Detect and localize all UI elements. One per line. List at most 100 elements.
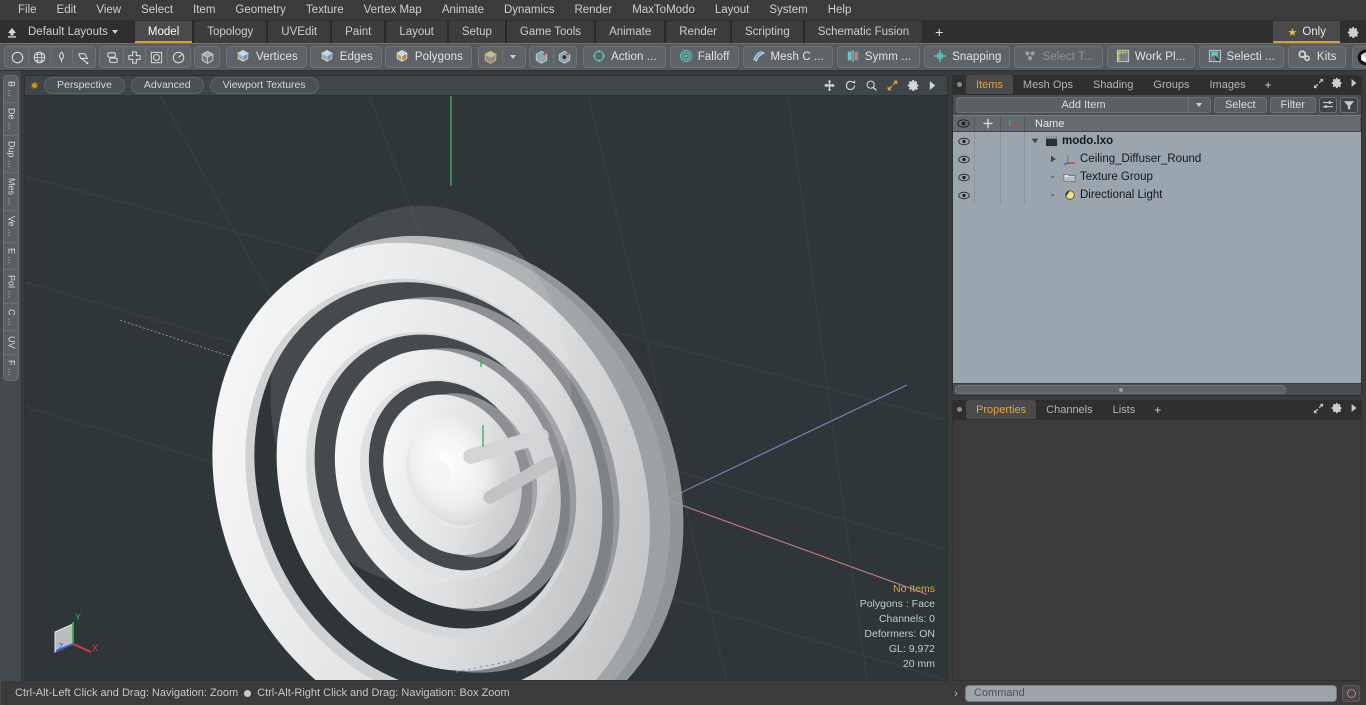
tree-lock-cell[interactable] [975,168,1001,186]
toolbox-tab-2[interactable]: Dup ... [3,134,18,173]
viewport-shading-advanced[interactable]: Advanced [130,77,204,94]
tree-lock-cell[interactable] [975,150,1001,168]
tree-item-name-cell[interactable]: Directional Light [1025,186,1361,204]
toolbox-tab-1[interactable]: De ... [3,102,18,135]
add-items-tab-button[interactable]: + [1256,75,1281,94]
falloff-button[interactable]: Falloff [669,46,739,68]
circle-tool-icon[interactable] [6,47,28,67]
maximize-properties-icon[interactable] [1313,403,1324,417]
viewport-textures[interactable]: Viewport Textures [209,77,319,94]
menu-help[interactable]: Help [818,0,862,21]
layout-tab-uvedit[interactable]: UVEdit [267,21,332,43]
layout-tab-schematic-fusion[interactable]: Schematic Fusion [803,21,924,43]
symmetry-button[interactable]: Symm ... [836,46,921,68]
add-layout-tab-button[interactable]: + [923,21,956,43]
layout-tab-setup[interactable]: Setup [447,21,506,43]
tree-lock-cell[interactable] [975,186,1001,204]
pen-tool-icon[interactable] [50,47,72,67]
pan-icon[interactable] [823,79,836,92]
tree-collapse-arrow-icon[interactable] [1029,137,1041,145]
layout-tab-render[interactable]: Render [665,21,731,43]
toolbox-tab-7[interactable]: C ... [3,302,18,331]
menu-geometry[interactable]: Geometry [225,0,296,21]
work-plane-button[interactable]: Work Pl... [1106,46,1195,68]
globe-tool-icon[interactable] [28,47,50,67]
toolbox-tab-3[interactable]: Mes ... [3,172,18,210]
menu-file[interactable]: File [8,0,47,21]
tree-item-name-cell[interactable]: Texture Group [1025,168,1361,186]
tab-lists[interactable]: Lists [1102,400,1146,419]
tree-item-row[interactable]: Directional Light [953,186,1361,204]
zoom-icon[interactable] [865,79,878,92]
home-icon[interactable] [0,21,24,43]
viewport-view-perspective[interactable]: Perspective [44,77,125,94]
tree-transform-cell[interactable] [1001,150,1025,168]
panel-menu-arrow-icon[interactable] [1350,78,1358,91]
menu-render[interactable]: Render [564,0,622,21]
menu-edit[interactable]: Edit [47,0,87,21]
tree-transform-cell[interactable] [1001,132,1025,150]
items-tree-hscroll-thumb[interactable] [955,385,1287,394]
tab-mesh-ops[interactable]: Mesh Ops [1012,75,1084,94]
tab-properties[interactable]: Properties [966,400,1037,419]
tree-lock-cell[interactable] [975,132,1001,150]
slice-tool-icon[interactable] [72,47,94,67]
layout-tab-layout[interactable]: Layout [385,21,448,43]
add-item-button[interactable]: Add Item [956,97,1211,113]
viewport-3d[interactable]: Y X Z No Items Polygons : Face Channels:… [24,95,948,681]
rotate-icon[interactable] [844,79,857,92]
selection-sets-button[interactable]: Selecti ... [1198,46,1284,68]
layout-settings-gear-icon[interactable] [1340,21,1366,43]
add-properties-tab-button[interactable]: + [1145,400,1170,419]
items-mode-dropdown[interactable] [501,47,524,67]
tree-expand-arrow-icon[interactable] [1047,155,1059,163]
menu-texture[interactable]: Texture [296,0,354,21]
tab-groups[interactable]: Groups [1143,75,1200,94]
toolbox-tab-6[interactable]: Pol ... [3,268,18,303]
menu-maxtomodo[interactable]: MaxToModo [622,0,705,21]
add-item-dropdown-icon[interactable] [1187,98,1210,112]
items-options-icon[interactable] [1319,97,1337,113]
menu-animate[interactable]: Animate [432,0,494,21]
layout-tab-game-tools[interactable]: Game Tools [505,21,596,43]
tree-item-row[interactable]: Ceiling_Diffuser_Round [953,150,1361,168]
menu-vertex-map[interactable]: Vertex Map [354,0,432,21]
menu-dynamics[interactable]: Dynamics [494,0,564,21]
command-record-icon[interactable] [1342,684,1360,702]
action-center-button[interactable]: Action ... [582,46,666,68]
layout-tab-animate[interactable]: Animate [595,21,666,43]
unity-export-button[interactable] [1351,46,1366,68]
visibility-eye-icon[interactable] [953,168,975,186]
items-filter-funnel-icon[interactable] [1340,97,1358,113]
vertices-mode[interactable]: Vertices [226,46,307,68]
menu-system[interactable]: System [759,0,817,21]
visibility-eye-icon[interactable] [953,150,975,168]
layout-tab-scripting[interactable]: Scripting [730,21,804,43]
maximize-panel-icon[interactable] [1313,78,1324,92]
tree-item-name-cell[interactable]: Ceiling_Diffuser_Round [1025,150,1361,168]
center-mode-icon[interactable] [531,47,553,67]
toolbox-tab-8[interactable]: UV [3,330,18,354]
toolbox-tab-9[interactable]: F ... [3,353,18,380]
items-mode-icon[interactable] [480,47,502,67]
play-arrow-icon[interactable] [928,80,937,91]
mesh-constraint-button[interactable]: Mesh C ... [742,46,833,68]
toolbox-tab-0[interactable]: B ... [4,76,18,102]
tree-item-row[interactable]: modo.lxo [953,132,1361,150]
tab-images[interactable]: Images [1199,75,1256,94]
tab-channels[interactable]: Channels [1036,400,1103,419]
layout-tab-topology[interactable]: Topology [193,21,268,43]
items-tree-hscrollbar[interactable] [953,383,1361,395]
center-tool-icon[interactable] [123,47,145,67]
toolbox-tab-4[interactable]: Ve ... [3,210,18,242]
default-layouts-menu[interactable]: Default Layouts [24,21,128,43]
properties-gear-icon[interactable] [1331,402,1343,417]
tab-shading[interactable]: Shading [1083,75,1144,94]
properties-menu-arrow-icon[interactable] [1350,403,1358,416]
menu-view[interactable]: View [86,0,131,21]
only-toggle-button[interactable]: ★ Only [1273,21,1340,43]
panel-gear-icon[interactable] [1331,77,1343,92]
layout-tab-paint[interactable]: Paint [331,21,386,43]
gear-icon[interactable] [907,79,920,92]
items-filter-button[interactable]: Filter [1269,97,1316,113]
